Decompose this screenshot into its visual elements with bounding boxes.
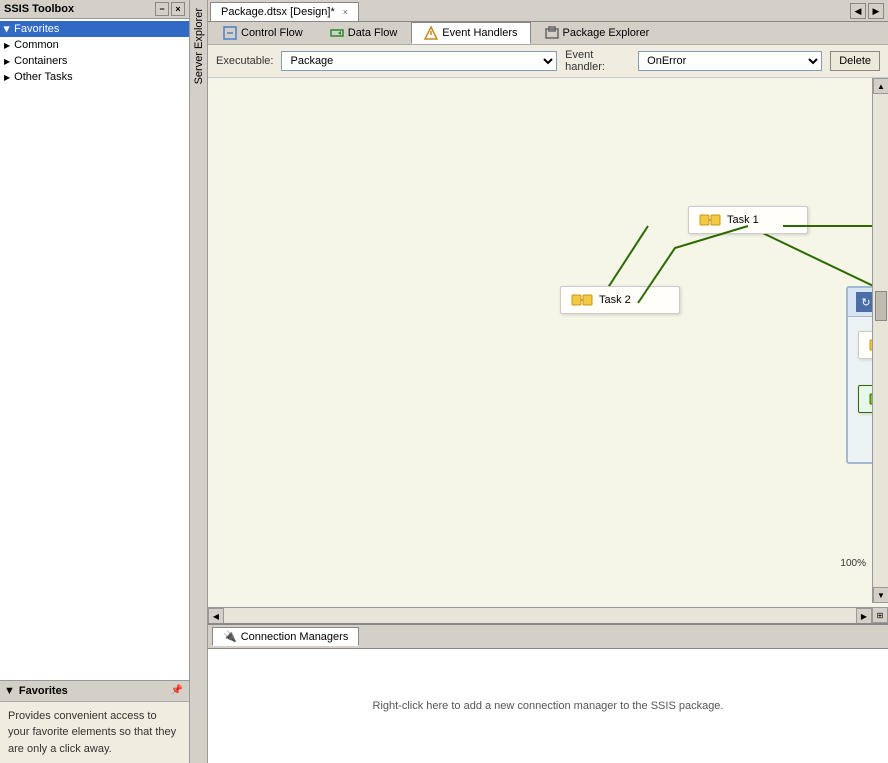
favorites-header: ▼ Favorites 📌	[0, 681, 189, 702]
control-flow-icon	[223, 26, 237, 40]
connector-svg	[208, 78, 888, 623]
scroll-right-btn[interactable]: ▶	[856, 608, 872, 623]
document-tab[interactable]: Package.dtsx [Design]* ×	[210, 2, 359, 21]
connection-managers-hint: Right-click here to add a new connection…	[373, 700, 724, 712]
task-node-2[interactable]: Task 2	[560, 286, 680, 314]
task2-icon	[571, 291, 593, 309]
scroll-up-btn[interactable]: ▲	[873, 78, 888, 94]
tab-event-handlers-label: Event Handlers	[442, 27, 517, 39]
server-explorer-tab[interactable]: Server Explorer	[190, 0, 208, 92]
toolbox-header: SSIS Toolbox − ×	[0, 0, 189, 19]
vertical-scrollbar[interactable]: ▲ ▼	[872, 78, 888, 603]
task2-label: Task 2	[599, 294, 631, 306]
favorites-pin-btn[interactable]: 📌	[169, 683, 185, 699]
package-explorer-icon	[545, 26, 559, 40]
connection-managers-tab[interactable]: 🔌 Connection Managers	[212, 627, 359, 646]
triangle-icon: ▶	[4, 73, 10, 82]
bottom-panel: 🔌 Connection Managers Right-click here t…	[208, 623, 888, 763]
scroll-thumb-vertical[interactable]	[875, 291, 887, 321]
horizontal-scrollbar[interactable]: ◀ ▶	[208, 607, 872, 623]
designer-toolbar: Executable: Package Event handler: OnErr…	[208, 45, 888, 78]
scroll-track-vertical[interactable]	[873, 94, 888, 587]
ssis-toolbox: SSIS Toolbox − × ▶ Favorites ▶ Common ▶ …	[0, 0, 190, 763]
delete-button[interactable]: Delete	[830, 51, 880, 71]
tab-package-explorer-label: Package Explorer	[563, 27, 650, 39]
tree-item-favorites-label: Favorites	[14, 23, 59, 35]
triangle-icon: ▶	[4, 57, 10, 66]
connection-managers-icon: 🔌	[223, 630, 237, 643]
tree-item-common-label: Common	[14, 39, 59, 51]
outer-connector-svg	[208, 78, 888, 623]
bottom-tab-bar: 🔌 Connection Managers	[208, 625, 888, 649]
triangle-icon: ▶	[3, 26, 12, 32]
tree-item-favorites[interactable]: ▶ Favorites	[0, 21, 189, 37]
tab-event-handlers[interactable]: Event Handlers	[411, 22, 530, 44]
tree-item-containers-label: Containers	[14, 55, 67, 67]
tab-right-buttons: ◀ ▶	[850, 3, 888, 21]
zoom-label: 100%	[840, 558, 866, 569]
svg-text:↻: ↻	[861, 297, 870, 309]
task1-icon	[699, 211, 721, 229]
design-canvas: Task 1 Task 2	[208, 78, 888, 623]
toolbox-pin-btn[interactable]: −	[155, 2, 169, 16]
scroll-down-btn[interactable]: ▼	[873, 587, 888, 603]
tab-nav-left-btn[interactable]: ◀	[850, 3, 866, 19]
inner-tabs: Control Flow Data Flow Event Handlers Pa…	[208, 22, 888, 45]
connection-managers-label: Connection Managers	[241, 631, 349, 643]
tree-item-other-tasks[interactable]: ▶ Other Tasks	[0, 69, 189, 85]
tab-data-flow-label: Data Flow	[348, 27, 398, 39]
toolbox-close-btn[interactable]: ×	[171, 2, 185, 16]
triangle-icon: ▶	[4, 41, 10, 50]
toolbox-header-actions: − ×	[155, 2, 185, 16]
task1-label: Task 1	[727, 214, 759, 226]
scroll-corner-btn[interactable]: ⊞	[872, 607, 888, 623]
tab-bar: Package.dtsx [Design]* × ◀ ▶	[208, 0, 888, 22]
designer-area: Executable: Package Event handler: OnErr…	[208, 45, 888, 763]
tree-item-containers[interactable]: ▶ Containers	[0, 53, 189, 69]
connection-managers-content[interactable]: Right-click here to add a new connection…	[208, 649, 888, 763]
document-tab-label: Package.dtsx [Design]*	[221, 6, 335, 18]
event-handler-label: Event handler:	[565, 49, 630, 73]
data-flow-icon	[330, 26, 344, 40]
tab-control-flow[interactable]: Control Flow	[210, 22, 316, 44]
favorites-title: ▼ Favorites	[4, 685, 68, 697]
tree-item-other-tasks-label: Other Tasks	[14, 71, 73, 83]
tab-close-btn[interactable]: ×	[343, 7, 348, 17]
tab-data-flow[interactable]: Data Flow	[317, 22, 411, 44]
scroll-track-horizontal[interactable]	[224, 608, 856, 623]
toolbox-tree: ▶ Favorites ▶ Common ▶ Containers ▶ Othe…	[0, 19, 189, 680]
event-handler-select[interactable]: OnError	[638, 51, 822, 71]
favorites-panel: ▼ Favorites 📌 Provides convenient access…	[0, 680, 189, 763]
executable-select[interactable]: Package	[281, 51, 557, 71]
executable-label: Executable:	[216, 55, 273, 67]
app-sidebar: Server Explorer	[190, 0, 208, 763]
collapse-icon: ▼	[4, 685, 15, 697]
task-node-1[interactable]: Task 1	[688, 206, 808, 234]
event-handlers-icon	[424, 26, 438, 40]
tab-control-flow-label: Control Flow	[241, 27, 303, 39]
toolbox-title: SSIS Toolbox	[4, 3, 74, 15]
tab-nav-right-btn[interactable]: ▶	[868, 3, 884, 19]
tree-item-common[interactable]: ▶ Common	[0, 37, 189, 53]
favorites-description: Provides convenient access to your favor…	[0, 702, 189, 763]
scroll-left-btn[interactable]: ◀	[208, 608, 224, 623]
main-content: Package.dtsx [Design]* × ◀ ▶ Control Flo…	[208, 0, 888, 763]
tab-package-explorer[interactable]: Package Explorer	[532, 22, 663, 44]
